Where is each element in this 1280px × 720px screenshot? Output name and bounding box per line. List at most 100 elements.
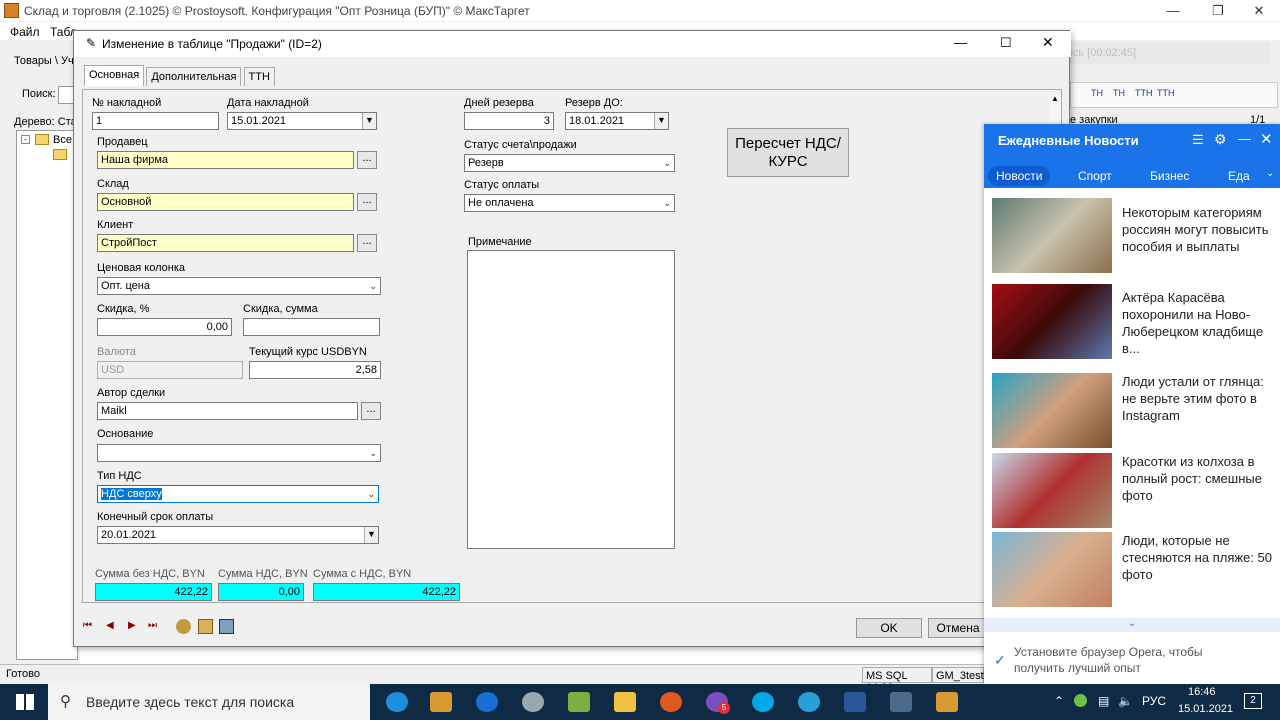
tab-ttn[interactable]: ТТН: [243, 67, 275, 86]
green-tray-icon[interactable]: [1074, 694, 1087, 707]
viber-icon[interactable]: 5: [706, 692, 730, 714]
client-browse-button[interactable]: ...: [357, 234, 377, 252]
collapse-icon[interactable]: -: [21, 135, 30, 144]
currency-input: USD: [97, 361, 243, 379]
globe-icon[interactable]: [176, 619, 191, 634]
news-tab-food[interactable]: Еда: [1220, 166, 1258, 186]
language-indicator[interactable]: РУС: [1142, 694, 1166, 708]
paint-icon[interactable]: [522, 692, 544, 712]
news-image[interactable]: [992, 284, 1112, 359]
payment-status-select[interactable]: Не оплачена ⌄: [464, 194, 675, 212]
network-icon[interactable]: ▤: [1098, 694, 1109, 708]
news-tabs: Новости Спорт Бизнес Еда ⌄: [984, 160, 1280, 188]
reserve-days-input[interactable]: 3: [464, 112, 554, 130]
seller-browse-button[interactable]: ...: [357, 151, 377, 169]
tab-main[interactable]: Основная: [84, 65, 145, 86]
news-tab-business[interactable]: Бизнес: [1142, 166, 1197, 186]
remote-desktop-icon[interactable]: [890, 692, 912, 712]
news-image[interactable]: [992, 532, 1112, 607]
word-icon[interactable]: [844, 692, 866, 712]
opera-promo[interactable]: Установите браузер Opera, чтобы получить…: [1014, 644, 1204, 676]
invoice-status-select[interactable]: Резерв ⌄: [464, 154, 675, 172]
ttn-icon[interactable]: ТТН: [1135, 88, 1153, 98]
gear-icon[interactable]: ⚙: [1214, 131, 1227, 148]
news-image[interactable]: [992, 373, 1112, 448]
warehouse-browse-button[interactable]: ...: [357, 193, 377, 211]
expand-icon[interactable]: ⌄: [984, 618, 1280, 632]
author-input[interactable]: Maikl: [97, 402, 358, 420]
skype-icon[interactable]: [752, 692, 774, 712]
clock-time[interactable]: 16:46: [1188, 686, 1216, 698]
minimize-icon[interactable]: —: [1150, 0, 1196, 22]
document-icon[interactable]: [219, 619, 234, 634]
author-browse-button[interactable]: ...: [361, 402, 381, 420]
news-item-text[interactable]: Люди, которые не стесняются на пляже: 50…: [1122, 532, 1274, 583]
app-taskbar-icon[interactable]: [430, 692, 452, 712]
news-tab-sport[interactable]: Спорт: [1070, 166, 1120, 186]
discount-pct-input[interactable]: 0,00: [97, 318, 232, 336]
news-item-text[interactable]: Некоторым категориям россиян могут повыс…: [1122, 204, 1274, 255]
calendar-dropdown-icon[interactable]: ▼: [362, 113, 376, 129]
notification-icon[interactable]: 2: [1244, 693, 1262, 709]
minimize-icon[interactable]: —: [1238, 131, 1251, 146]
price-col-select[interactable]: Опт. цена ⌄: [97, 277, 381, 295]
ie-icon[interactable]: [386, 692, 408, 712]
seller-input[interactable]: Наша фирма: [97, 151, 354, 169]
chevron-up-icon[interactable]: ⌃: [1054, 694, 1064, 708]
tab-additional[interactable]: Дополнительная: [146, 67, 242, 86]
rate-input[interactable]: 2,58: [249, 361, 381, 379]
news-image[interactable]: [992, 453, 1112, 528]
menu-file[interactable]: Файл: [10, 25, 40, 39]
tn-icon[interactable]: ТН: [1113, 88, 1125, 98]
warehouse-input[interactable]: Основной: [97, 193, 354, 211]
ok-button[interactable]: OK: [856, 618, 922, 638]
windows-start-icon[interactable]: [16, 694, 34, 710]
tree-view[interactable]: - Все: [16, 130, 78, 660]
last-record-icon[interactable]: ⏭: [148, 620, 157, 631]
vat-type-select[interactable]: НДС сверху ⌄: [97, 485, 379, 503]
taskbar-search[interactable]: ⚲ Введите здесь текст для поиска: [48, 684, 370, 720]
speaker-icon[interactable]: 🔈: [1118, 694, 1133, 708]
ttn-icon[interactable]: ТТН: [1157, 88, 1175, 98]
maximize-icon[interactable]: ❐: [1195, 0, 1241, 22]
tree-item-all[interactable]: Все: [53, 134, 72, 146]
cancel-button[interactable]: Отмена: [928, 618, 988, 638]
invoice-date-input[interactable]: 15.01.2021 ▼: [227, 112, 377, 130]
note-textarea[interactable]: [467, 250, 675, 549]
close-icon[interactable]: ✕: [1260, 130, 1273, 148]
comment-icon[interactable]: ☰: [1192, 132, 1204, 148]
maximize-icon[interactable]: ☐: [1000, 35, 1012, 51]
discount-sum-input[interactable]: [243, 318, 380, 336]
basis-select[interactable]: ⌄: [97, 444, 381, 462]
folder-icon[interactable]: [614, 692, 636, 712]
notepad-icon[interactable]: [568, 692, 590, 712]
calendar-dropdown-icon[interactable]: ▼: [654, 113, 668, 129]
clock-date[interactable]: 15.01.2021: [1178, 703, 1233, 715]
reserve-to-input[interactable]: 18.01.2021 ▼: [565, 112, 669, 130]
due-date-input[interactable]: 20.01.2021 ▼: [97, 526, 379, 544]
close-icon[interactable]: ✕: [1236, 0, 1280, 22]
news-item-text[interactable]: Люди устали от глянца: не верьте этим фо…: [1122, 373, 1274, 424]
recalc-vat-button[interactable]: Пересчет НДС/КУРС: [727, 128, 849, 177]
first-record-icon[interactable]: ⏮: [83, 620, 92, 631]
client-input[interactable]: СтройПост: [97, 234, 354, 252]
scroll-up-icon[interactable]: ▲: [1051, 94, 1059, 103]
minimize-icon[interactable]: —: [954, 35, 967, 50]
close-icon[interactable]: ✕: [1042, 34, 1054, 51]
prev-record-icon[interactable]: ◀: [106, 620, 114, 631]
tn-icon[interactable]: ТН: [1091, 88, 1103, 98]
teamviewer-icon[interactable]: [476, 692, 498, 712]
vat-type-label: Тип НДС: [97, 470, 142, 482]
invoice-no-input[interactable]: 1: [92, 112, 219, 130]
next-record-icon[interactable]: ▶: [128, 620, 136, 631]
news-image[interactable]: [992, 198, 1112, 273]
firefox-icon[interactable]: [660, 692, 682, 712]
news-tab-news[interactable]: Новости: [988, 166, 1051, 186]
print-icon[interactable]: [198, 619, 213, 634]
telegram-icon[interactable]: [798, 692, 820, 712]
calendar-dropdown-icon[interactable]: ▼: [364, 527, 378, 543]
news-item-text[interactable]: Актёра Карасёва похоронили на Ново-Любер…: [1122, 289, 1274, 357]
app-taskbar-icon[interactable]: [936, 692, 958, 712]
chevron-down-icon[interactable]: ⌄: [1266, 168, 1274, 179]
news-item-text[interactable]: Красотки из колхоза в полный рост: смешн…: [1122, 453, 1274, 504]
